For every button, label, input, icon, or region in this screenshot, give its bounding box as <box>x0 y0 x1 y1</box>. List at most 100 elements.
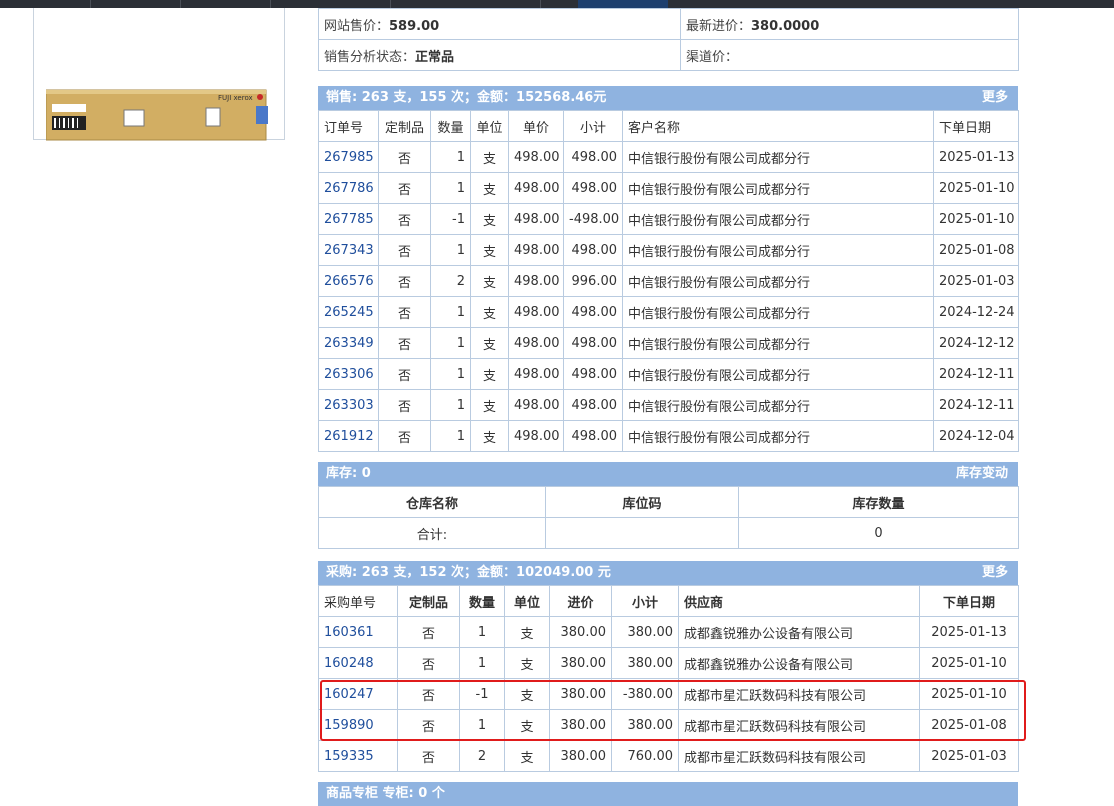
counter-panel: 商品专柜 专柜: 0 个 <box>318 782 1018 806</box>
sales-row: 266576 否 2 支 498.00 996.00 中信银行股份有限公司成都分行 2025-… <box>318 265 1019 297</box>
table-cell: 2 <box>430 265 471 297</box>
table-cell: 498.00 <box>508 203 564 235</box>
table-cell: 中信银行股份有限公司成都分行 <box>622 265 934 297</box>
top-bar-segment <box>180 0 271 8</box>
table-cell: 支 <box>470 172 509 204</box>
table-cell: 1 <box>430 358 471 390</box>
sales-row: 263306 否 1 支 498.00 498.00 中信银行股份有限公司成都分行 2024-… <box>318 358 1019 390</box>
sales-header-row: 订单号 定制品 数量 单位 单价 小计 客户名称 下单日期 <box>318 110 1019 142</box>
table-cell: 2024-12-04 <box>933 420 1019 452</box>
sales-panel: 销售: 263 支，155 次；金额：152568.46元 更多 订单号 定制品… <box>318 86 1019 452</box>
table-cell: 否 <box>397 647 460 679</box>
order-number-link[interactable]: 267786 <box>324 181 374 196</box>
sales-row: 267985 否 1 支 498.00 498.00 中信银行股份有限公司成都分行 2025-… <box>318 141 1019 173</box>
table-cell: 498.00 <box>563 358 623 390</box>
table-cell: 2025-01-10 <box>933 203 1019 235</box>
table-cell: 380.00 <box>549 616 612 648</box>
order-number-cell: 267985 <box>318 141 379 173</box>
table-cell: 2025-01-08 <box>919 709 1019 741</box>
column-header: 采购单号 <box>318 585 398 617</box>
sales-panel-header: 销售: 263 支，155 次；金额：152568.46元 更多 <box>318 86 1018 110</box>
top-bar-segment <box>0 0 91 8</box>
column-header: 数量 <box>430 110 471 142</box>
table-cell: 否 <box>397 616 460 648</box>
order-number-cell: 159890 <box>318 709 398 741</box>
table-cell: 2024-12-11 <box>933 358 1019 390</box>
table-cell: 成都鑫锐雅办公设备有限公司 <box>678 647 920 679</box>
order-number-cell: 263306 <box>318 358 379 390</box>
sales-row: 261912 否 1 支 498.00 498.00 中信银行股份有限公司成都分行 2024-… <box>318 420 1019 452</box>
table-cell: -498.00 <box>563 203 623 235</box>
purchase-table: 采购单号 定制品 数量 单位 进价 小计 供应商 下单日期 160361 否 1 支 3… <box>318 585 1019 772</box>
table-cell: 1 <box>430 420 471 452</box>
order-number-link[interactable]: 263303 <box>324 398 374 413</box>
table-cell: 1 <box>430 327 471 359</box>
stock-change-link[interactable]: 库存变动 <box>956 462 1008 486</box>
column-header: 库位码 <box>545 486 739 518</box>
purchase-row: 160248 否 1 支 380.00 380.00 成都鑫锐雅办公设备有限公司 2025-0… <box>318 647 1019 679</box>
column-header: 订单号 <box>318 110 379 142</box>
purchase-more-link[interactable]: 更多 <box>982 561 1008 585</box>
order-number-link[interactable]: 267785 <box>324 212 374 227</box>
table-cell: 498.00 <box>508 265 564 297</box>
order-number-cell: 160247 <box>318 678 398 710</box>
order-number-link[interactable]: 263349 <box>324 336 374 351</box>
order-number-link[interactable]: 160247 <box>324 687 374 702</box>
table-cell: 380.00 <box>611 647 679 679</box>
purchase-summary: 采购: 263 支，152 次；金额：102049.00 元 <box>326 565 611 580</box>
counter-summary: 商品专柜 专柜: 0 个 <box>326 786 445 801</box>
column-header: 定制品 <box>397 585 460 617</box>
order-number-link[interactable]: 160248 <box>324 656 374 671</box>
table-cell: 否 <box>378 420 431 452</box>
product-image-box[interactable]: FUJI xerox <box>33 8 285 141</box>
order-number-link[interactable]: 267343 <box>324 243 374 258</box>
sales-more-link[interactable]: 更多 <box>982 86 1008 110</box>
order-number-link[interactable]: 265245 <box>324 305 374 320</box>
table-cell: 支 <box>504 647 550 679</box>
order-number-link[interactable]: 159335 <box>324 749 374 764</box>
table-cell: 支 <box>470 420 509 452</box>
top-bar-segment <box>90 0 181 8</box>
order-number-cell: 267785 <box>318 203 379 235</box>
table-cell: 2025-01-13 <box>919 616 1019 648</box>
table-cell: -1 <box>459 678 505 710</box>
table-cell: 成都市星汇跃数码科技有限公司 <box>678 678 920 710</box>
table-cell: 380.00 <box>549 709 612 741</box>
table-cell: 成都市星汇跃数码科技有限公司 <box>678 709 920 741</box>
order-number-link[interactable]: 159890 <box>324 718 374 733</box>
table-cell: 中信银行股份有限公司成都分行 <box>622 203 934 235</box>
table-cell: 2025-01-10 <box>933 172 1019 204</box>
table-cell: 支 <box>470 389 509 421</box>
table-cell: 498.00 <box>563 172 623 204</box>
table-cell: 1 <box>459 709 505 741</box>
table-cell: 否 <box>397 740 460 772</box>
order-number-link[interactable]: 266576 <box>324 274 374 289</box>
latest-cost-cell: 最新进价：380.0000 <box>680 8 1019 40</box>
table-cell: 中信银行股份有限公司成都分行 <box>622 296 934 328</box>
table-cell: 498.00 <box>508 358 564 390</box>
table-cell: 否 <box>378 296 431 328</box>
column-header: 客户名称 <box>622 110 934 142</box>
table-cell: 中信银行股份有限公司成都分行 <box>622 327 934 359</box>
order-number-link[interactable]: 261912 <box>324 429 374 444</box>
table-cell: 1 <box>430 389 471 421</box>
column-header: 单价 <box>508 110 564 142</box>
stock-total-empty <box>545 517 739 549</box>
order-number-link[interactable]: 267985 <box>324 150 374 165</box>
table-cell: 支 <box>470 327 509 359</box>
order-number-link[interactable]: 263306 <box>324 367 374 382</box>
table-cell: 成都市星汇跃数码科技有限公司 <box>678 740 920 772</box>
column-header: 下单日期 <box>919 585 1019 617</box>
sales-status-cell: 销售分析状态：正常品 <box>318 39 681 71</box>
order-number-link[interactable]: 160361 <box>324 625 374 640</box>
order-number-cell: 160361 <box>318 616 398 648</box>
table-cell: 1 <box>430 234 471 266</box>
table-cell: 否 <box>378 358 431 390</box>
latest-cost-label: 最新进价： <box>686 18 752 34</box>
table-cell: 否 <box>397 709 460 741</box>
stock-summary: 库存: 0 <box>326 466 371 481</box>
table-cell: 380.00 <box>611 616 679 648</box>
table-cell: 498.00 <box>563 234 623 266</box>
stock-total-row: 合计: 0 <box>318 517 1019 549</box>
sales-row: 263303 否 1 支 498.00 498.00 中信银行股份有限公司成都分行 2024-… <box>318 389 1019 421</box>
